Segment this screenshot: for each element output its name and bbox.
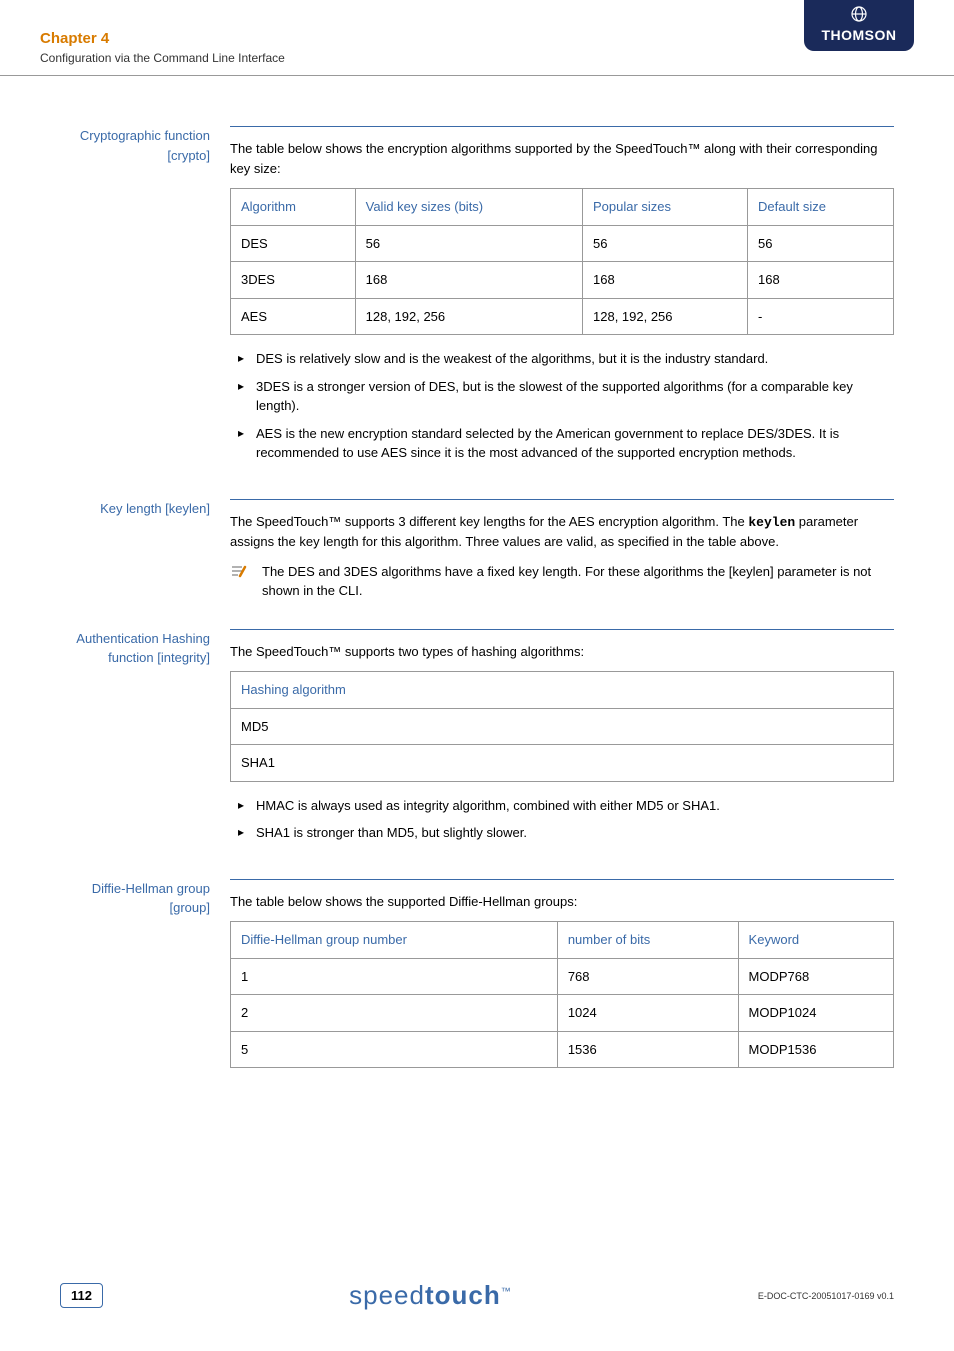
cell: 168: [748, 262, 894, 299]
cell: 768: [557, 958, 738, 995]
section-crypto: Cryptographic function [crypto] The tabl…: [60, 126, 894, 471]
cell: 128, 192, 256: [355, 298, 582, 335]
table-row: DES 56 56 56: [231, 225, 894, 262]
section-label: Key length [keylen]: [60, 499, 230, 601]
brand-logo: THOMSON: [804, 0, 914, 51]
cell: 1536: [557, 1031, 738, 1068]
label-text: Cryptographic function: [80, 128, 210, 143]
col-header: Hashing algorithm: [231, 672, 894, 709]
table-row: 3DES 168 168 168: [231, 262, 894, 299]
cell: 56: [583, 225, 748, 262]
list-item: SHA1 is stronger than MD5, but slightly …: [234, 823, 894, 843]
cell: AES: [231, 298, 356, 335]
label-text: [group]: [170, 900, 210, 915]
col-header: Default size: [748, 189, 894, 226]
section-integrity: Authentication Hashing function [integri…: [60, 629, 894, 851]
document-id: E-DOC-CTC-20051017-0169 v0.1: [758, 1291, 894, 1301]
page-header: Chapter 4 Configuration via the Command …: [0, 0, 954, 76]
table-header-row: Algorithm Valid key sizes (bits) Popular…: [231, 189, 894, 226]
label-text: Key length [keylen]: [100, 501, 210, 516]
section-label: Authentication Hashing function [integri…: [60, 629, 230, 851]
logo-part: touch: [425, 1280, 501, 1310]
cell: 56: [748, 225, 894, 262]
dh-table: Diffie-Hellman group number number of bi…: [230, 921, 894, 1068]
label-text: Authentication Hashing: [76, 631, 210, 646]
header-left: Chapter 4 Configuration via the Command …: [40, 30, 285, 65]
col-header: Popular sizes: [583, 189, 748, 226]
list-item: HMAC is always used as integrity algorit…: [234, 796, 894, 816]
section-body: The table below shows the supported Diff…: [230, 879, 894, 1083]
table-row: AES 128, 192, 256 128, 192, 256 -: [231, 298, 894, 335]
cell: 5: [231, 1031, 558, 1068]
section-keylen: Key length [keylen] The SpeedTouch™ supp…: [60, 499, 894, 601]
cell: 168: [355, 262, 582, 299]
col-header: number of bits: [557, 922, 738, 959]
chapter-subtitle: Configuration via the Command Line Inter…: [40, 51, 285, 65]
section-label: Cryptographic function [crypto]: [60, 126, 230, 471]
cell: -: [748, 298, 894, 335]
cell: 2: [231, 995, 558, 1032]
table-header-row: Diffie-Hellman group number number of bi…: [231, 922, 894, 959]
cell: 1024: [557, 995, 738, 1032]
cell: MODP1024: [738, 995, 893, 1032]
trademark-icon: ™: [501, 1286, 512, 1297]
table-row: SHA1: [231, 745, 894, 782]
body-text: The SpeedTouch™ supports 3 different key…: [230, 512, 894, 552]
cell: 56: [355, 225, 582, 262]
cell: MODP1536: [738, 1031, 893, 1068]
cell: 128, 192, 256: [583, 298, 748, 335]
table-row: MD5: [231, 708, 894, 745]
brand-name: THOMSON: [818, 27, 900, 43]
table-header-row: Hashing algorithm: [231, 672, 894, 709]
cell: 168: [583, 262, 748, 299]
cell: 3DES: [231, 262, 356, 299]
table-row: 2 1024 MODP1024: [231, 995, 894, 1032]
section-label: Diffie-Hellman group [group]: [60, 879, 230, 1083]
list-item: AES is the new encryption standard selec…: [234, 424, 894, 463]
text-fragment: The SpeedTouch™ supports 3 different key…: [230, 514, 748, 529]
col-header: Keyword: [738, 922, 893, 959]
note-icon: [230, 562, 250, 589]
col-header: Diffie-Hellman group number: [231, 922, 558, 959]
cell: DES: [231, 225, 356, 262]
intro-text: The table below shows the encryption alg…: [230, 139, 894, 178]
section-body: The table below shows the encryption alg…: [230, 126, 894, 471]
cell: MODP768: [738, 958, 893, 995]
cell: 1: [231, 958, 558, 995]
footer-logo: speedtouch™: [349, 1280, 512, 1311]
crypto-table: Algorithm Valid key sizes (bits) Popular…: [230, 188, 894, 335]
keyword: keylen: [748, 515, 795, 530]
page-content: Cryptographic function [crypto] The tabl…: [0, 76, 954, 1082]
chapter-title: Chapter 4: [40, 30, 285, 47]
table-row: 5 1536 MODP1536: [231, 1031, 894, 1068]
label-text: function [integrity]: [108, 650, 210, 665]
note-text: The DES and 3DES algorithms have a fixed…: [262, 562, 894, 601]
label-text: [crypto]: [167, 148, 210, 163]
list-item: DES is relatively slow and is the weakes…: [234, 349, 894, 369]
col-header: Valid key sizes (bits): [355, 189, 582, 226]
bullet-list: DES is relatively slow and is the weakes…: [230, 349, 894, 463]
note: The DES and 3DES algorithms have a fixed…: [230, 562, 894, 601]
section-body: The SpeedTouch™ supports two types of ha…: [230, 629, 894, 851]
cell: SHA1: [231, 745, 894, 782]
intro-text: The SpeedTouch™ supports two types of ha…: [230, 642, 894, 662]
col-header: Algorithm: [231, 189, 356, 226]
page-number: 112: [60, 1283, 103, 1308]
page-footer: 112 speedtouch™ E-DOC-CTC-20051017-0169 …: [0, 1280, 954, 1311]
table-row: 1 768 MODP768: [231, 958, 894, 995]
cell: MD5: [231, 708, 894, 745]
globe-icon: [818, 6, 900, 25]
label-text: Diffie-Hellman group: [92, 881, 210, 896]
bullet-list: HMAC is always used as integrity algorit…: [230, 796, 894, 843]
list-item: 3DES is a stronger version of DES, but i…: [234, 377, 894, 416]
intro-text: The table below shows the supported Diff…: [230, 892, 894, 912]
logo-part: speed: [349, 1280, 425, 1310]
section-body: The SpeedTouch™ supports 3 different key…: [230, 499, 894, 601]
hashing-table: Hashing algorithm MD5 SHA1: [230, 671, 894, 782]
section-group: Diffie-Hellman group [group] The table b…: [60, 879, 894, 1083]
